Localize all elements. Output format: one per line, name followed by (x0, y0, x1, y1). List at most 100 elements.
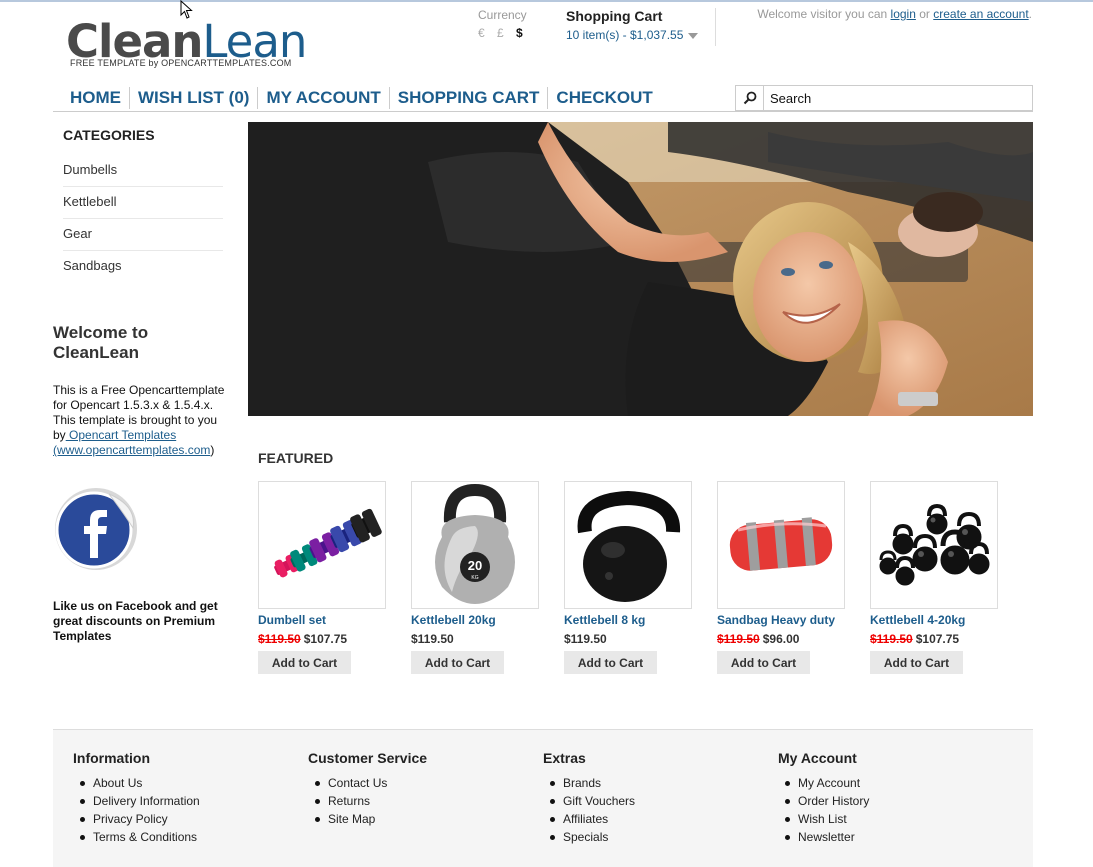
product-name[interactable]: Kettlebell 20kg (411, 613, 541, 627)
product-price: $119.50 (564, 632, 694, 646)
featured-heading: FEATURED (258, 450, 334, 466)
product-image-kettlebell-20kg[interactable]: 20 KG (411, 481, 539, 609)
old-price: $119.50 (870, 632, 913, 646)
footer-heading: Information (73, 750, 150, 766)
product-price: $119.50 $107.75 (258, 632, 388, 646)
footer-heading: Customer Service (308, 750, 428, 766)
main-navigation: HOME WISH LIST (0) MY ACCOUNT SHOPPING C… (53, 84, 1033, 112)
cart-summary-text: 10 item(s) - $1,037.55 (566, 28, 684, 42)
cart-summary[interactable]: 10 item(s) - $1,037.55 (566, 28, 715, 42)
categories-heading: CATEGORIES (63, 127, 155, 143)
category-item-sandbags[interactable]: Sandbags (63, 251, 223, 283)
facebook-icon[interactable] (53, 486, 139, 572)
nav-wish-list[interactable]: WISH LIST (0) (129, 87, 257, 109)
hero-banner-image[interactable] (248, 122, 1033, 416)
product-image-sandbag[interactable] (717, 481, 845, 609)
currency-dollar[interactable]: $ (516, 26, 535, 40)
welcome-suffix: . (1028, 7, 1032, 21)
product-card: Kettlebell 8 kg $119.50 Add to Cart (564, 481, 694, 674)
footer-link-site-map[interactable]: Site Map (308, 810, 427, 828)
footer-link-newsletter[interactable]: Newsletter (778, 828, 869, 846)
currency-pound[interactable]: £ (497, 26, 516, 40)
facebook-promo-text: Like us on Facebook and get great discou… (53, 599, 218, 643)
welcome-message: Welcome visitor you can login or create … (757, 7, 1032, 21)
product-price: $119.50 $107.75 (870, 632, 1000, 646)
footer-link-my-account[interactable]: My Account (778, 774, 869, 792)
opencart-templates-link[interactable]: Opencart Templates (66, 428, 176, 442)
add-to-cart-button[interactable]: Add to Cart (717, 651, 810, 674)
currency-selector: Currency € £ $ (478, 8, 538, 40)
currency-euro[interactable]: € (478, 26, 497, 40)
footer-link-privacy-policy[interactable]: Privacy Policy (73, 810, 200, 828)
current-price: $119.50 (564, 632, 607, 646)
footer-heading: Extras (543, 750, 586, 766)
footer-column-customer-service: Customer Service Contact Us Returns Site… (308, 750, 427, 828)
create-account-link[interactable]: create an account (933, 7, 1028, 21)
footer-link-about-us[interactable]: About Us (73, 774, 200, 792)
current-price: $107.75 (915, 632, 960, 646)
product-name[interactable]: Dumbell set (258, 613, 388, 627)
footer-link-affiliates[interactable]: Affiliates (543, 810, 635, 828)
category-item-dumbells[interactable]: Dumbells (63, 155, 223, 187)
footer-heading: My Account (778, 750, 857, 766)
product-name[interactable]: Sandbag Heavy duty (717, 613, 847, 627)
search-input[interactable] (764, 86, 1032, 110)
product-image-kettlebell-set[interactable] (870, 481, 998, 609)
cart-title: Shopping Cart (566, 8, 663, 24)
product-image-kettlebell-8kg[interactable] (564, 481, 692, 609)
footer-link-returns[interactable]: Returns (308, 792, 427, 810)
add-to-cart-button[interactable]: Add to Cart (870, 651, 963, 674)
footer-link-specials[interactable]: Specials (543, 828, 635, 846)
welcome-body-close: ) (210, 443, 215, 457)
welcome-prefix: Welcome visitor you can (757, 7, 888, 21)
footer-column-my-account: My Account My Account Order History Wish… (778, 750, 869, 846)
site-footer: Information About Us Delivery Informatio… (53, 729, 1033, 867)
browser-top-border (0, 0, 1093, 2)
login-link[interactable]: login (891, 7, 916, 21)
product-card: Kettlebell 4-20kg $119.50 $107.75 Add to … (870, 481, 1000, 674)
product-price: $119.50 $96.00 (717, 632, 847, 646)
kettlebell-set-icon (879, 503, 990, 586)
footer-link-wish-list[interactable]: Wish List (778, 810, 869, 828)
opencart-templates-url-link[interactable]: (www.opencarttemplates.com (53, 443, 210, 457)
svg-text:KG: KG (471, 575, 478, 581)
current-price: $119.50 (411, 632, 454, 646)
logo-tagline: FREE TEMPLATE by OPENCARTTEMPLATES.COM (70, 58, 292, 68)
product-card: Sandbag Heavy duty $119.50 $96.00 Add to … (717, 481, 847, 674)
footer-link-brands[interactable]: Brands (543, 774, 635, 792)
left-sidebar: CATEGORIES Dumbells Kettlebell Gear Sand… (53, 122, 233, 644)
footer-link-terms[interactable]: Terms & Conditions (73, 828, 200, 846)
chevron-down-icon (688, 32, 699, 39)
search-box (735, 85, 1033, 111)
header-cart[interactable]: Shopping Cart 10 item(s) - $1,037.55 (566, 8, 716, 46)
search-button[interactable] (736, 86, 764, 110)
svg-text:20: 20 (468, 558, 482, 573)
nav-shopping-cart[interactable]: SHOPPING CART (388, 87, 548, 109)
add-to-cart-button[interactable]: Add to Cart (564, 651, 657, 674)
site-logo[interactable]: CleanLean FREE TEMPLATE by OPENCARTTEMPL… (66, 18, 307, 69)
product-name[interactable]: Kettlebell 4-20kg (870, 613, 1000, 627)
add-to-cart-button[interactable]: Add to Cart (411, 651, 504, 674)
add-to-cart-button[interactable]: Add to Cart (258, 651, 351, 674)
product-name[interactable]: Kettlebell 8 kg (564, 613, 694, 627)
sandbag-icon (729, 517, 833, 571)
product-price: $119.50 (411, 632, 541, 646)
product-card: Dumbell set $119.50 $107.75 Add to Cart (258, 481, 388, 674)
footer-link-gift-vouchers[interactable]: Gift Vouchers (543, 792, 635, 810)
footer-link-delivery-information[interactable]: Delivery Information (73, 792, 200, 810)
product-image-dumbell-set[interactable] (258, 481, 386, 609)
old-price: $119.50 (717, 632, 760, 646)
kettlebell-icon: 20 KG (435, 483, 515, 604)
footer-link-order-history[interactable]: Order History (778, 792, 869, 810)
footer-link-contact-us[interactable]: Contact Us (308, 774, 427, 792)
welcome-heading: Welcome to CleanLean (53, 323, 149, 362)
hero-banner-illustration (248, 122, 1033, 416)
category-item-gear[interactable]: Gear (63, 219, 223, 251)
nav-checkout[interactable]: CHECKOUT (547, 87, 660, 109)
footer-column-information: Information About Us Delivery Informatio… (73, 750, 200, 846)
search-icon (743, 91, 756, 105)
product-card: 20 KG Kettlebell 20kg $119.50 Add to Car… (411, 481, 541, 674)
nav-my-account[interactable]: MY ACCOUNT (257, 87, 388, 109)
category-item-kettlebell[interactable]: Kettlebell (63, 187, 223, 219)
nav-home[interactable]: HOME (62, 87, 129, 109)
